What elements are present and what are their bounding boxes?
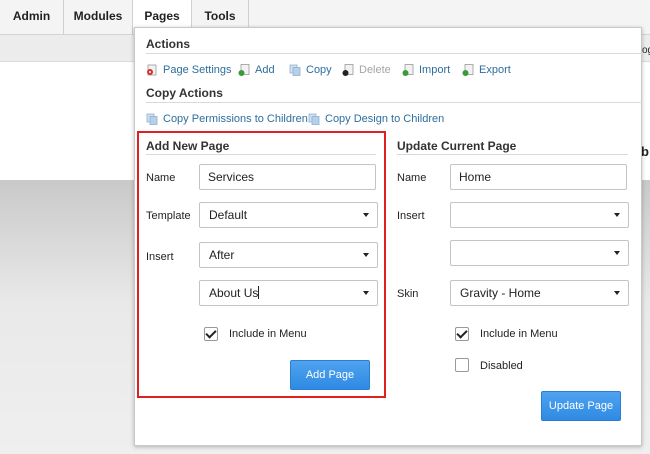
update-disabled-label: Disabled	[480, 360, 523, 372]
chevron-down-icon	[363, 253, 369, 257]
copy-page-icon	[289, 64, 301, 76]
update-insert-page-select[interactable]	[450, 240, 629, 266]
add-page-link[interactable]: Add	[238, 64, 275, 76]
add-page-icon	[238, 64, 250, 76]
copy-page-link[interactable]: Copy	[289, 64, 332, 76]
divider	[146, 154, 376, 155]
page-settings-link[interactable]: Page Settings	[146, 64, 232, 76]
add-include-in-menu-label: Include in Menu	[229, 328, 307, 340]
chevron-down-icon	[614, 291, 620, 295]
chevron-down-icon	[363, 213, 369, 217]
export-page-label: Export	[479, 64, 511, 76]
add-page-label: Add	[255, 64, 275, 76]
background-edge-text: og	[642, 45, 650, 56]
chevron-down-icon	[614, 251, 620, 255]
add-insert-page-select[interactable]: About Us	[199, 280, 378, 306]
delete-page-icon	[342, 64, 354, 76]
update-skin-label: Skin	[397, 288, 419, 300]
copy-design-link[interactable]: Copy Design to Children	[308, 113, 444, 125]
update-insert-position-select[interactable]	[450, 202, 629, 228]
divider	[397, 154, 628, 155]
copy-permissions-link[interactable]: Copy Permissions to Children	[146, 113, 308, 125]
page-settings-label: Page Settings	[163, 64, 232, 76]
export-page-icon	[462, 64, 474, 76]
copy-page-label: Copy	[306, 64, 332, 76]
add-insert-position-value: After	[209, 248, 235, 262]
update-include-in-menu-label: Include in Menu	[480, 328, 558, 340]
export-page-link[interactable]: Export	[462, 64, 511, 76]
copy-design-icon	[308, 113, 320, 125]
update-name-label: Name	[397, 172, 427, 184]
add-template-label: Template	[146, 210, 191, 222]
add-insert-position-select[interactable]: After	[199, 242, 378, 268]
add-insert-label: Insert	[146, 251, 174, 263]
update-skin-value: Gravity - Home	[460, 286, 541, 300]
import-page-icon	[402, 64, 414, 76]
add-include-in-menu-checkbox[interactable]	[204, 327, 218, 341]
update-disabled-checkbox[interactable]	[455, 358, 469, 372]
actions-title: Actions	[146, 37, 191, 51]
add-insert-page-value: About Us	[209, 286, 260, 300]
add-template-select[interactable]: Default	[199, 202, 378, 228]
menu-admin[interactable]: Admin	[0, 0, 64, 35]
import-page-label: Import	[419, 64, 451, 76]
chevron-down-icon	[363, 291, 369, 295]
update-skin-select[interactable]: Gravity - Home	[450, 280, 629, 306]
page-settings-icon	[147, 64, 157, 76]
menu-pages[interactable]: Pages	[133, 0, 192, 27]
import-page-link[interactable]: Import	[402, 64, 450, 76]
delete-page-link[interactable]: Delete	[342, 64, 391, 76]
menu-modules[interactable]: Modules	[64, 0, 133, 35]
add-page-button[interactable]: Add Page	[290, 360, 370, 390]
copy-permissions-icon	[146, 113, 158, 125]
copy-actions-title: Copy Actions	[146, 86, 223, 100]
copy-permissions-label: Copy Permissions to Children	[163, 113, 308, 125]
add-new-page-title: Add New Page	[146, 139, 230, 153]
add-template-value: Default	[209, 208, 248, 222]
divider	[146, 53, 642, 54]
copy-design-label: Copy Design to Children	[325, 113, 445, 125]
add-name-label: Name	[146, 172, 176, 184]
divider	[146, 102, 642, 103]
add-name-input[interactable]	[199, 164, 376, 190]
update-current-page-title: Update Current Page	[397, 139, 517, 153]
update-insert-label: Insert	[397, 210, 425, 222]
update-include-in-menu-checkbox[interactable]	[455, 327, 469, 341]
update-name-input[interactable]	[450, 164, 627, 190]
delete-page-label: Delete	[359, 64, 391, 76]
background-edge-text-2: b	[641, 144, 649, 159]
update-page-button[interactable]: Update Page	[541, 391, 621, 421]
chevron-down-icon	[614, 213, 620, 217]
